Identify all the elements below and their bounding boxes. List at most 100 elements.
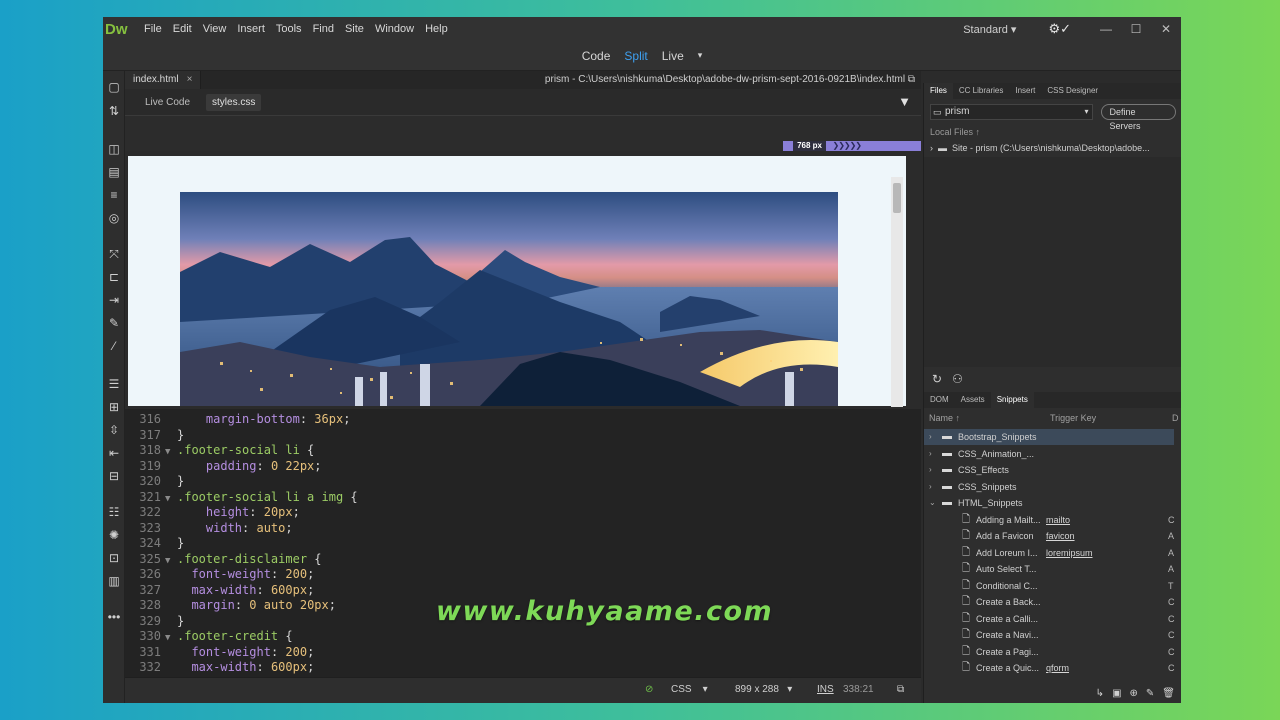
column-trigger-key[interactable]: Trigger Key (1050, 413, 1096, 423)
move-css-icon[interactable]: ⇳ (106, 422, 122, 438)
menu-window[interactable]: Window (375, 23, 414, 35)
snippet-item[interactable]: 🗋 Create a Calli... C (924, 611, 1175, 627)
expand-icon[interactable]: ⤧ (106, 246, 122, 262)
code-line[interactable]: 318 ▼ .footer-social li { (125, 442, 314, 458)
menu-help[interactable]: Help (425, 23, 448, 35)
minimize-icon[interactable]: — (1091, 22, 1121, 36)
code-line[interactable]: 317} (125, 427, 184, 443)
snippet-item[interactable]: 🗋 Create a Quic... qform C (924, 660, 1175, 676)
site-tree-item[interactable]: › ▬ Site - prism (C:\Users\nishkuma\Desk… (930, 141, 1180, 155)
chevron-right-icon[interactable]: › (929, 429, 932, 445)
menu-insert[interactable]: Insert (237, 23, 265, 35)
site-select[interactable]: ▭ prism ▾ (930, 104, 1094, 120)
tab-files[interactable]: Files (924, 83, 953, 99)
code-view-button[interactable]: Code (582, 49, 611, 63)
live-view-button[interactable]: Live (662, 49, 684, 63)
chevron-right-icon[interactable]: › (929, 462, 932, 478)
filter-icon[interactable]: ▼ (898, 94, 911, 109)
menu-site[interactable]: Site (345, 23, 364, 35)
related-live-code[interactable]: Live Code (139, 94, 196, 111)
snippet-item[interactable]: 🗋 Conditional C... T (924, 578, 1174, 594)
maximize-icon[interactable]: ☐ (1121, 22, 1151, 36)
menu-find[interactable]: Find (313, 23, 334, 35)
target-icon[interactable]: ◎ (106, 210, 122, 226)
indent-icon[interactable]: ⇥ (106, 292, 122, 308)
code-line[interactable]: 321 ▼ .footer-social li a img { (125, 489, 357, 505)
snippet-item[interactable]: 🗋 Create a Navi... C (924, 627, 1175, 643)
code-line[interactable]: 331 font-weight: 200; (125, 644, 314, 660)
list-icon[interactable]: ☷ (106, 504, 122, 520)
menu-tools[interactable]: Tools (276, 23, 302, 35)
sync-settings-icon[interactable]: ⚙✓ (1048, 21, 1071, 37)
code-line[interactable]: 324} (125, 535, 184, 551)
outdent-icon[interactable]: ⇤ (106, 445, 122, 461)
snippet-item[interactable]: 🗋 Create a Back... C (924, 594, 1175, 610)
refresh-icon[interactable]: ↻ (932, 372, 942, 386)
menu-view[interactable]: View (203, 23, 227, 35)
restore-window-icon[interactable]: ⧉ (908, 74, 915, 85)
tab-cc-libraries[interactable]: CC Libraries (953, 83, 1009, 99)
define-servers-button[interactable]: Define Servers (1101, 104, 1176, 131)
tab-insert[interactable]: Insert (1009, 83, 1041, 99)
live-view[interactable] (128, 156, 906, 406)
open-documents-icon[interactable]: ▢ (106, 79, 122, 95)
tab-dom[interactable]: DOM (924, 392, 955, 408)
close-tab-icon[interactable]: × (187, 74, 193, 85)
file-management-icon[interactable]: ⇅ (106, 103, 122, 119)
code-line[interactable]: 332 max-width: 600px; (125, 659, 314, 675)
related-styles-css[interactable]: styles.css (206, 93, 262, 111)
code-line[interactable]: 330 ▼ .footer-credit { (125, 628, 292, 644)
column-description[interactable]: D (1172, 413, 1179, 423)
tab-assets[interactable]: Assets (955, 392, 991, 408)
menu-edit[interactable]: Edit (173, 23, 192, 35)
local-files-header[interactable]: Local Files ↑ (930, 127, 980, 137)
code-line[interactable]: 320} (125, 473, 184, 489)
snippet-icon[interactable]: ⊞ (106, 399, 122, 415)
code-line[interactable]: 328 margin: 0 auto 20px; (125, 597, 336, 613)
media-query-strip[interactable]: 768 px ❯❯❯❯❯ (125, 141, 921, 151)
code-icon[interactable]: ◫ (106, 141, 122, 157)
code-view[interactable]: 316 margin-bottom: 36px; 317} 318 ▼ .footer-… (125, 409, 921, 677)
sun-icon[interactable]: ✺ (106, 527, 122, 543)
code-line[interactable]: 316 margin-bottom: 36px; (125, 411, 350, 427)
snippet-item[interactable]: 🗋 Create a Pagi... C (924, 644, 1175, 660)
align-icon[interactable]: ⊟ (106, 468, 122, 484)
snippet-folder[interactable]: › ▬ CSS_Effects (924, 462, 1174, 478)
live-view-dropdown-icon[interactable]: ▾ (698, 50, 703, 61)
live-preview-icon[interactable]: ⧉ (897, 684, 904, 695)
window-size-selector[interactable]: 899 x 288 ▾ (735, 684, 792, 695)
format-source-icon[interactable]: ≡ (106, 187, 122, 203)
collapse-icon[interactable]: ⊏ (106, 269, 122, 285)
workspace-switcher[interactable]: Standard ▾ (963, 23, 1016, 36)
snippet-folder[interactable]: › ▬ Bootstrap_Snippets (924, 429, 1174, 445)
tab-snippets[interactable]: Snippets (990, 392, 1034, 408)
more-options-icon[interactable]: ••• (106, 609, 122, 625)
tab-css-designer[interactable]: CSS Designer (1041, 83, 1104, 99)
close-icon[interactable]: ✕ (1151, 22, 1181, 36)
live-view-scroll-thumb[interactable] (893, 183, 901, 213)
inspect-icon[interactable]: ▤ (106, 164, 122, 180)
connect-icon[interactable]: ⚇ (952, 372, 963, 386)
code-line[interactable]: 325 ▼ .footer-disclaimer { (125, 551, 321, 567)
snippet-item[interactable]: 🗋 Auto Select T... A (924, 561, 1174, 577)
new-folder-icon[interactable]: ▣ (1112, 688, 1121, 699)
code-line[interactable]: 319 padding: 0 22px; (125, 458, 321, 474)
code-line[interactable]: 323 width: auto; (125, 520, 292, 536)
language-selector[interactable]: CSS ▾ (671, 684, 708, 695)
wrap-tag-icon[interactable]: ✎ (106, 315, 122, 331)
chevron-right-icon[interactable]: › (929, 479, 932, 495)
files-list-area[interactable] (924, 157, 1181, 367)
code-line[interactable]: 329} (125, 613, 184, 629)
brush-icon[interactable]: ⁄ (106, 338, 122, 354)
snippet-folder[interactable]: › ▬ CSS_Animation_... (924, 446, 1174, 462)
snippet-item[interactable]: 🗋 Add Loreum I... loremipsum A (924, 545, 1174, 561)
snippet-folder[interactable]: › ▬ CSS_Snippets (924, 479, 1174, 495)
edit-snippet-icon[interactable]: ✎ (1146, 688, 1154, 699)
snippet-folder[interactable]: ⌄ ▬ HTML_Snippets (924, 495, 1174, 511)
chevron-down-icon[interactable]: ⌄ (929, 495, 936, 511)
building-icon[interactable]: ▥ (106, 573, 122, 589)
split-view-button[interactable]: Split (624, 49, 647, 63)
code-line[interactable]: 322 height: 20px; (125, 504, 300, 520)
insert-snippet-icon[interactable]: ↳ (1096, 688, 1104, 699)
live-view-scrollbar[interactable] (891, 177, 903, 407)
